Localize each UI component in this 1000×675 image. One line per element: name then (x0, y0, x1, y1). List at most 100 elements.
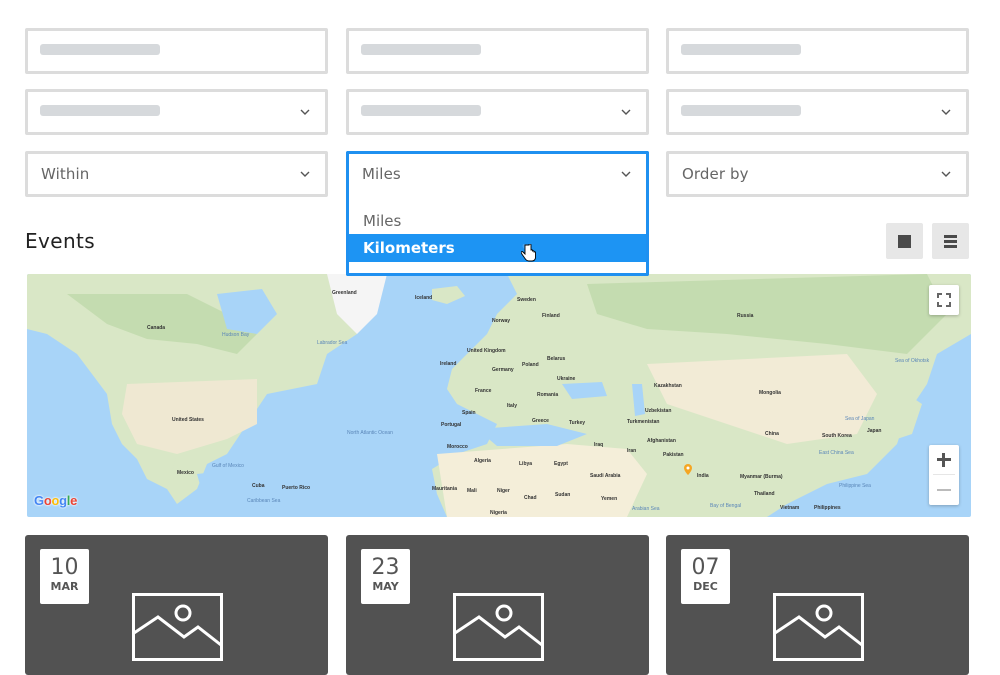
map-label: Niger (497, 488, 510, 494)
filter-text-input-1[interactable] (25, 28, 328, 74)
map-label: Labrador Sea (317, 340, 348, 346)
map-label: Afghanistan (647, 438, 676, 444)
distance-unit-select[interactable]: Miles (346, 151, 649, 196)
select-placeholder-skeleton (361, 105, 481, 116)
map-label: Uzbekistan (645, 408, 671, 414)
map-zoom-controls (929, 445, 959, 505)
filter-select-2[interactable] (346, 89, 649, 135)
map-label: Puerto Rico (282, 485, 310, 491)
section-title: Events (25, 229, 96, 253)
fullscreen-icon (937, 293, 951, 307)
map-label: Italy (507, 403, 517, 409)
map-label: Ireland (440, 361, 456, 367)
within-select[interactable]: Within (25, 151, 328, 197)
map-label: Belarus (547, 356, 566, 362)
map-label: Saudi Arabia (590, 473, 621, 479)
event-card[interactable]: 07 DEC (666, 535, 969, 675)
input-placeholder-skeleton (681, 44, 801, 55)
map-label: Caribbean Sea (247, 498, 281, 504)
map-label: Bay of Bengal (710, 503, 741, 509)
filter-text-input-2[interactable] (346, 28, 649, 74)
map-label: Germany (492, 367, 514, 373)
map-tiles: Canada United States Mexico Hudson Bay G… (27, 274, 971, 517)
map-label: Mexico (177, 470, 194, 476)
map-label: Egypt (554, 461, 568, 467)
zoom-out-button[interactable] (929, 476, 959, 505)
map-label: Turkey (569, 420, 585, 426)
map-label: Philippines (814, 505, 841, 511)
minus-icon (937, 489, 951, 491)
map-label: Morocco (447, 444, 468, 450)
map-label: Chad (524, 495, 537, 501)
map-label: Turkmenistan (627, 419, 659, 425)
events-map[interactable]: Canada United States Mexico Hudson Bay G… (27, 274, 971, 517)
list-view-button[interactable] (932, 223, 969, 259)
map-label: Ukraine (557, 376, 576, 382)
map-label: Iceland (415, 295, 432, 301)
map-label: Canada (147, 325, 165, 331)
map-label: Portugal (441, 422, 462, 428)
google-logo: Google (34, 493, 78, 508)
grid-view-button[interactable] (886, 223, 923, 259)
event-card[interactable]: 23 MAY (346, 535, 649, 675)
map-label: Sea of Okhotsk (895, 358, 930, 364)
event-day: 10 (50, 555, 79, 580)
event-day: 07 (691, 555, 720, 580)
chevron-down-icon (941, 109, 951, 115)
map-label: South Korea (822, 433, 852, 439)
filter-text-input-3[interactable] (666, 28, 969, 74)
map-label: France (475, 388, 492, 394)
image-placeholder-icon (453, 593, 544, 661)
within-select-value: Within (41, 165, 90, 183)
dropdown-option-kilometers[interactable]: Kilometers (349, 234, 646, 262)
chevron-down-icon (621, 109, 631, 115)
order-by-select[interactable]: Order by (666, 151, 969, 197)
map-label: Hudson Bay (222, 332, 250, 338)
dropdown-option-miles[interactable]: Miles (349, 207, 646, 235)
map-label: Poland (522, 362, 539, 368)
chevron-down-icon (300, 109, 310, 115)
select-placeholder-skeleton (40, 105, 160, 116)
square-icon (898, 235, 911, 248)
event-card[interactable]: 10 MAR (25, 535, 328, 675)
map-label: Thailand (754, 491, 775, 497)
zoom-divider (933, 474, 955, 475)
map-label: Norway (492, 318, 510, 324)
distance-unit-dropdown: Miles Kilometers (346, 193, 649, 276)
event-month: DEC (693, 580, 718, 593)
map-label: United Kingdom (467, 348, 506, 354)
filter-select-1[interactable] (25, 89, 328, 135)
map-label: Algeria (474, 458, 491, 464)
map-label: Arabian Sea (632, 506, 660, 512)
map-label: East China Sea (819, 450, 854, 456)
list-icon (944, 235, 957, 248)
filter-select-3[interactable] (666, 89, 969, 135)
map-label: Sea of Japan (845, 416, 875, 422)
map-label: Cuba (252, 483, 265, 489)
event-day: 23 (371, 555, 400, 580)
map-label: Greece (532, 418, 549, 424)
image-placeholder-icon (773, 593, 864, 661)
select-placeholder-skeleton (681, 105, 801, 116)
map-label: Russia (737, 313, 754, 319)
order-by-select-value: Order by (682, 165, 749, 183)
chevron-down-icon (621, 171, 631, 177)
map-label: Finland (542, 313, 560, 319)
event-month: MAR (50, 580, 79, 593)
map-label: Libya (519, 461, 532, 467)
map-label: Myanmar (Burma) (740, 474, 783, 480)
input-placeholder-skeleton (361, 44, 481, 55)
date-badge: 23 MAY (361, 549, 410, 604)
map-label: Iran (627, 448, 636, 454)
map-fullscreen-button[interactable] (929, 285, 959, 315)
map-label: Philippine Sea (839, 483, 871, 489)
zoom-in-button[interactable] (929, 445, 959, 474)
distance-unit-select-value: Miles (362, 165, 401, 183)
map-label: Nigeria (490, 510, 507, 516)
map-label: Sweden (517, 297, 536, 303)
date-badge: 07 DEC (681, 549, 730, 604)
date-badge: 10 MAR (40, 549, 89, 604)
map-label: Mali (467, 488, 477, 494)
chevron-down-icon (300, 171, 310, 177)
map-label: Gulf of Mexico (212, 463, 244, 469)
